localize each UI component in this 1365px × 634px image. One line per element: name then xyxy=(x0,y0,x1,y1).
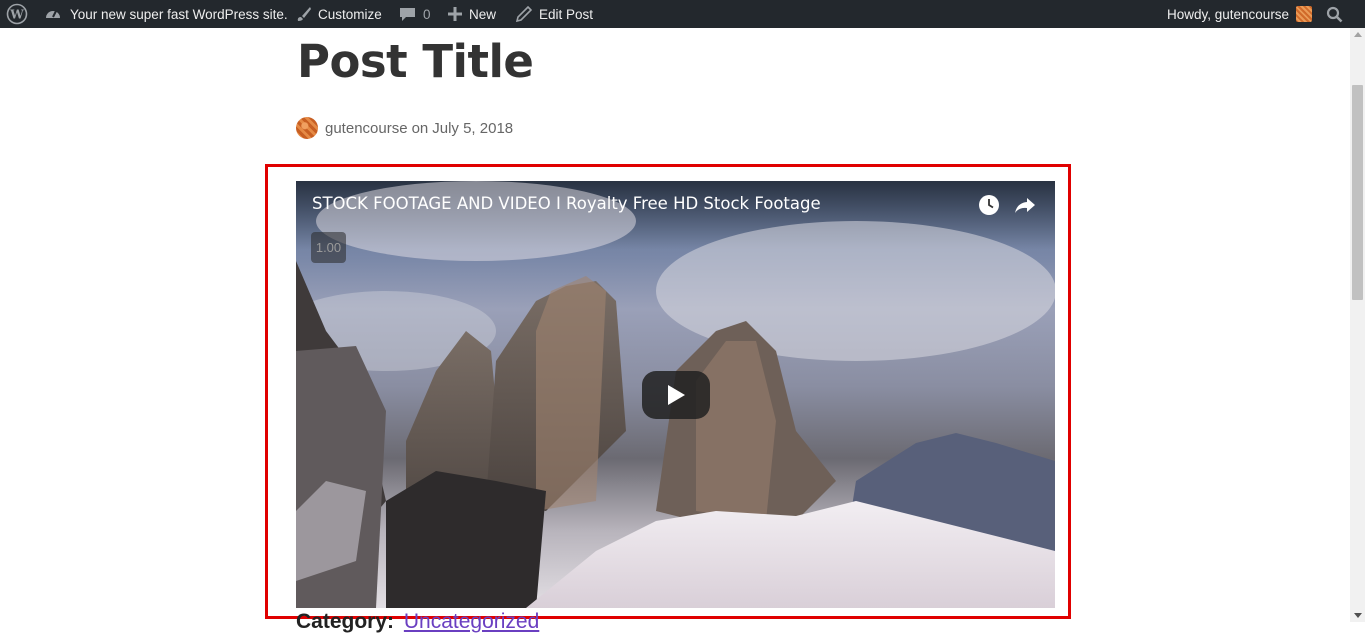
post-category: Category: Uncategorized xyxy=(296,610,539,634)
post-date[interactable]: July 5, 2018 xyxy=(432,120,513,137)
scroll-down-arrow-icon[interactable] xyxy=(1354,613,1362,618)
edit-post-link[interactable]: Edit Post xyxy=(516,0,593,28)
post-meta: gutencourse on July 5, 2018 xyxy=(296,117,513,139)
site-name-link[interactable]: Your new super fast WordPress site. xyxy=(44,0,288,28)
dashboard-icon xyxy=(44,6,62,22)
scroll-up-arrow-icon[interactable] xyxy=(1354,32,1362,37)
clock-icon[interactable] xyxy=(978,194,1000,216)
video-embed[interactable]: STOCK FOOTAGE AND VIDEO I Royalty Free H… xyxy=(296,181,1055,608)
brush-icon xyxy=(296,6,312,22)
scrollbar[interactable] xyxy=(1350,28,1365,622)
new-content-link[interactable]: New xyxy=(448,0,496,28)
customize-label: Customize xyxy=(318,6,382,22)
video-title[interactable]: STOCK FOOTAGE AND VIDEO I Royalty Free H… xyxy=(312,194,821,213)
playback-speed-badge: 1.00 xyxy=(311,232,346,263)
author-avatar xyxy=(296,117,318,139)
customize-link[interactable]: Customize xyxy=(296,0,382,28)
play-button[interactable] xyxy=(642,371,710,419)
plus-icon xyxy=(448,7,462,21)
play-icon xyxy=(668,385,685,405)
pencil-icon xyxy=(516,6,532,22)
howdy-label: Howdy, gutencourse xyxy=(1167,6,1290,22)
search-icon[interactable] xyxy=(1326,0,1344,28)
new-label: New xyxy=(469,6,497,22)
comments-count: 0 xyxy=(423,6,431,22)
comments-link[interactable]: 0 xyxy=(399,0,431,28)
share-icon[interactable] xyxy=(1014,194,1036,216)
site-name-label: Your new super fast WordPress site. xyxy=(70,6,288,22)
avatar xyxy=(1296,6,1313,22)
svg-text:W: W xyxy=(9,8,24,22)
author-link[interactable]: gutencourse xyxy=(325,120,408,137)
meta-on-text: on xyxy=(411,119,429,137)
wordpress-logo-icon[interactable]: W xyxy=(6,0,30,28)
post-title: Post Title xyxy=(297,35,534,88)
scrollbar-thumb[interactable] xyxy=(1352,85,1363,300)
account-menu[interactable]: Howdy, gutencourse xyxy=(1167,0,1313,28)
edit-post-label: Edit Post xyxy=(539,6,594,22)
comment-icon xyxy=(399,6,416,22)
admin-bar: W Your new super fast WordPress site. Cu… xyxy=(0,0,1365,28)
